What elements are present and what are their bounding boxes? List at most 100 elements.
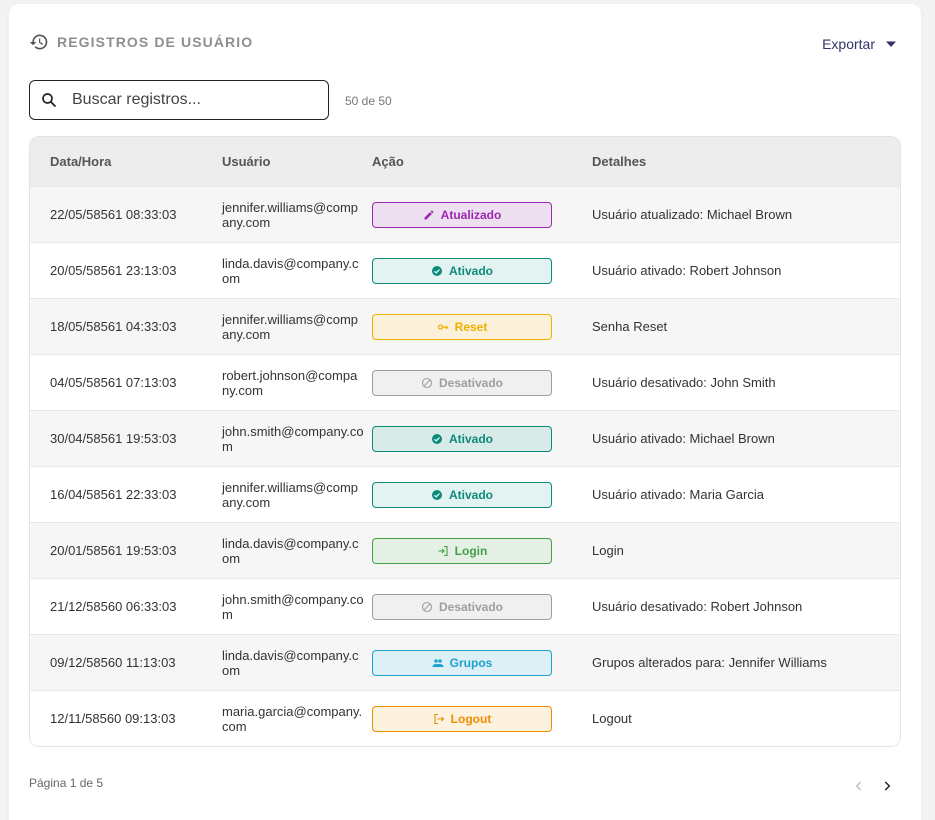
cell-user: linda.davis@company.com bbox=[222, 647, 359, 678]
cell-action: Desativado bbox=[372, 593, 592, 620]
column-header-details[interactable]: Detalhes bbox=[592, 154, 900, 169]
cell-details: Usuário ativado: Robert Johnson bbox=[592, 263, 782, 278]
user-logs-card: REGISTROS DE USUÁRIO Exportar 50 de 50 D… bbox=[9, 4, 921, 820]
block-icon bbox=[421, 377, 433, 388]
logout-icon bbox=[434, 713, 444, 724]
cell-datetime: 12/11/58560 09:13:03 bbox=[50, 711, 176, 726]
cell-action: Atualizado bbox=[372, 201, 592, 228]
cell-datetime: 22/05/58561 08:33:03 bbox=[50, 207, 177, 222]
check-circle-icon bbox=[431, 265, 442, 276]
table-row[interactable]: 20/01/58561 19:53:03 linda.davis@company… bbox=[30, 522, 900, 578]
table-row[interactable]: 22/05/58561 08:33:03 jennifer.williams@c… bbox=[30, 186, 900, 242]
block-icon bbox=[421, 601, 433, 612]
action-label: Login bbox=[454, 543, 488, 558]
chevron-right-icon bbox=[884, 781, 891, 791]
table-row[interactable]: 30/04/58561 19:53:03 john.smith@company.… bbox=[30, 410, 900, 466]
chevron-left-icon bbox=[855, 781, 862, 791]
action-label: Ativado bbox=[448, 487, 493, 502]
pagination-bar: Página 1 de 5 bbox=[29, 776, 901, 796]
action-label: Atualizado bbox=[440, 207, 502, 222]
action-badge[interactable]: Ativado bbox=[372, 481, 552, 508]
table-row[interactable]: 18/05/58561 04:33:03 jennifer.williams@c… bbox=[30, 298, 900, 354]
action-label: Logout bbox=[450, 711, 492, 726]
search-box[interactable] bbox=[29, 80, 329, 120]
cell-datetime: 09/12/58560 11:13:03 bbox=[50, 655, 176, 670]
table-row[interactable]: 20/05/58561 23:13:03 linda.davis@company… bbox=[30, 242, 900, 298]
next-page-button[interactable] bbox=[873, 772, 901, 800]
cell-user: jennifer.williams@company.com bbox=[222, 479, 359, 510]
previous-page-button[interactable] bbox=[845, 772, 873, 800]
table-row[interactable]: 21/12/58560 06:33:03 john.smith@company.… bbox=[30, 578, 900, 634]
action-label: Ativado bbox=[448, 431, 493, 446]
cell-user: robert.johnson@company.com bbox=[222, 367, 358, 398]
cell-details: Usuário desativado: Robert Johnson bbox=[592, 599, 803, 614]
table-header: Data/Hora Usuário Ação Detalhes bbox=[30, 137, 900, 186]
cell-action: Ativado bbox=[372, 481, 592, 508]
key-icon bbox=[437, 323, 448, 330]
login-icon bbox=[438, 545, 448, 556]
action-badge[interactable]: Reset bbox=[372, 313, 552, 340]
page-title: REGISTROS DE USUÁRIO bbox=[57, 34, 254, 50]
title-wrap: REGISTROS DE USUÁRIO bbox=[29, 32, 901, 52]
column-header-user[interactable]: Usuário bbox=[222, 154, 372, 169]
check-circle-icon bbox=[431, 433, 442, 444]
cell-user: john.smith@company.com bbox=[222, 591, 364, 622]
table-row[interactable]: 09/12/58560 11:13:03 linda.davis@company… bbox=[30, 634, 900, 690]
cell-user: maria.garcia@company.com bbox=[222, 703, 363, 734]
column-header-datetime[interactable]: Data/Hora bbox=[30, 154, 222, 169]
search-icon bbox=[42, 93, 56, 107]
cell-details: Usuário atualizado: Michael Brown bbox=[592, 207, 793, 222]
cell-details: Usuário ativado: Michael Brown bbox=[592, 431, 775, 446]
check-circle-icon bbox=[431, 489, 442, 500]
card-header: REGISTROS DE USUÁRIO Exportar bbox=[29, 32, 901, 56]
action-label: Reset bbox=[454, 319, 488, 334]
cell-details: Senha Reset bbox=[592, 319, 668, 334]
history-icon bbox=[29, 34, 48, 50]
results-count: 50 de 50 bbox=[345, 94, 392, 108]
caret-down-icon bbox=[886, 41, 896, 47]
cell-datetime: 20/05/58561 23:13:03 bbox=[50, 263, 177, 278]
action-badge[interactable]: Ativado bbox=[372, 257, 552, 284]
action-badge[interactable]: Login bbox=[372, 537, 552, 564]
action-label: Ativado bbox=[448, 263, 493, 278]
pager-controls bbox=[845, 772, 901, 800]
cell-details: Login bbox=[592, 543, 624, 558]
group-icon bbox=[432, 658, 444, 667]
export-button[interactable]: Exportar bbox=[822, 36, 897, 52]
cell-action: Desativado bbox=[372, 369, 592, 396]
table-row[interactable]: 12/11/58560 09:13:03 maria.garcia@compan… bbox=[30, 690, 900, 746]
table-body: 22/05/58561 08:33:03 jennifer.williams@c… bbox=[30, 186, 900, 746]
cell-user: linda.davis@company.com bbox=[222, 255, 359, 286]
cell-action: Grupos bbox=[372, 649, 592, 676]
search-input[interactable] bbox=[72, 91, 302, 109]
action-badge[interactable]: Grupos bbox=[372, 649, 552, 676]
cell-datetime: 04/05/58561 07:13:03 bbox=[50, 375, 177, 390]
cell-action: Login bbox=[372, 537, 592, 564]
action-badge[interactable]: Desativado bbox=[372, 369, 552, 396]
cell-action: Ativado bbox=[372, 425, 592, 452]
cell-details: Logout bbox=[592, 711, 632, 726]
cell-user: john.smith@company.com bbox=[222, 423, 364, 454]
cell-datetime: 30/04/58561 19:53:03 bbox=[50, 431, 177, 446]
cell-user: jennifer.williams@company.com bbox=[222, 311, 359, 342]
cell-datetime: 18/05/58561 04:33:03 bbox=[50, 319, 177, 334]
column-header-action[interactable]: Ação bbox=[372, 154, 592, 169]
cell-details: Usuário ativado: Maria Garcia bbox=[592, 487, 764, 502]
cell-datetime: 20/01/58561 19:53:03 bbox=[50, 543, 177, 558]
action-badge[interactable]: Atualizado bbox=[372, 201, 552, 228]
action-badge[interactable]: Ativado bbox=[372, 425, 552, 452]
export-label: Exportar bbox=[822, 36, 875, 52]
table-row[interactable]: 16/04/58561 22:33:03 jennifer.williams@c… bbox=[30, 466, 900, 522]
cell-details: Grupos alterados para: Jennifer Williams bbox=[592, 655, 827, 670]
action-label: Grupos bbox=[449, 655, 493, 670]
cell-action: Logout bbox=[372, 705, 592, 732]
cell-user: jennifer.williams@company.com bbox=[222, 199, 359, 230]
cell-user: linda.davis@company.com bbox=[222, 535, 359, 566]
cell-action: Ativado bbox=[372, 257, 592, 284]
page-info: Página 1 de 5 bbox=[29, 776, 104, 790]
action-label: Desativado bbox=[438, 375, 504, 390]
action-badge[interactable]: Logout bbox=[372, 705, 552, 732]
action-badge[interactable]: Desativado bbox=[372, 593, 552, 620]
table-row[interactable]: 04/05/58561 07:13:03 robert.johnson@comp… bbox=[30, 354, 900, 410]
cell-datetime: 16/04/58561 22:33:03 bbox=[50, 487, 177, 502]
